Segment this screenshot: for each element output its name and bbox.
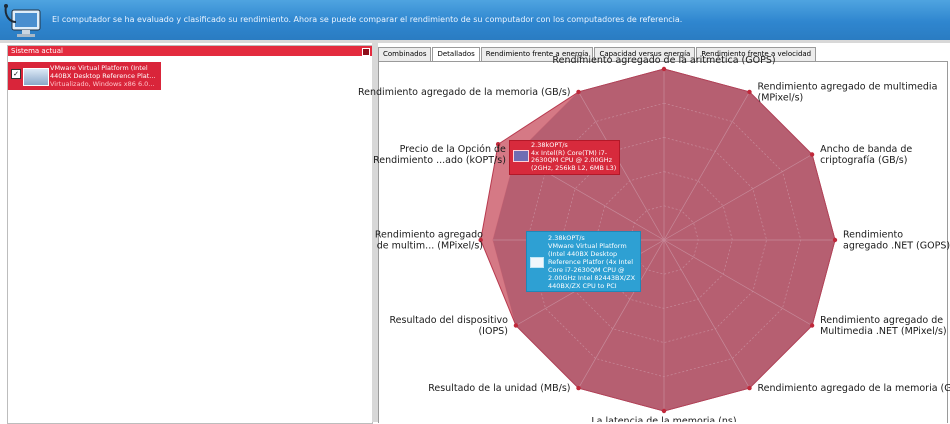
- axis-label: Precio de la Opción deRendimiento ...ado…: [373, 144, 506, 166]
- data-point: [833, 238, 837, 242]
- cpu-chip-icon: [513, 150, 529, 162]
- axis-label: Ancho de banda decriptografía (GB/s): [820, 144, 912, 166]
- data-point: [662, 67, 666, 71]
- axis-label: Rendimiento agregado deMultimedia .NET (…: [820, 315, 947, 337]
- axis-label: Resultado de la unidad (MB/s): [428, 383, 570, 394]
- axis-label: Rendimiento agregado de la memoria (GB/s…: [758, 383, 950, 394]
- data-point: [662, 409, 666, 413]
- data-point: [576, 386, 580, 390]
- data-point: [747, 90, 751, 94]
- axis-label: Rendimiento agregadode multim... (MPixel…: [375, 230, 483, 252]
- data-point: [810, 323, 814, 327]
- axis-label: Resultado del dispositivo(IOPS): [389, 315, 508, 337]
- axis-label: Rendimiento agregado de la memoria (GB/s…: [358, 87, 571, 98]
- tooltip-current-text: 2.38kOPT/s VMware Virtual Platform (Inte…: [548, 234, 636, 292]
- computer-icon: [530, 257, 544, 268]
- axis-label: Rendimiento agregado de la aritmética (G…: [552, 55, 775, 66]
- axis-label: Rendimientoagregado .NET (GOPS): [843, 230, 950, 252]
- data-point: [514, 323, 518, 327]
- radar-chart: Rendimiento agregado de la aritmética (G…: [0, 0, 950, 422]
- tooltip-reference-system: 2.38kOPT/s 4x Intel(R) Core(TM) i7- 2630…: [509, 140, 620, 175]
- axis-label: La latencia de la memoria (ns): [591, 416, 736, 422]
- data-point: [810, 152, 814, 156]
- tooltip-reference-text: 2.38kOPT/s 4x Intel(R) Core(TM) i7- 2630…: [531, 142, 616, 172]
- data-point: [576, 90, 580, 94]
- tooltip-current-system: 2.38kOPT/s VMware Virtual Platform (Inte…: [526, 231, 641, 292]
- axis-label: Rendimiento agregado de multimedia(MPixe…: [758, 81, 938, 103]
- data-point: [747, 386, 751, 390]
